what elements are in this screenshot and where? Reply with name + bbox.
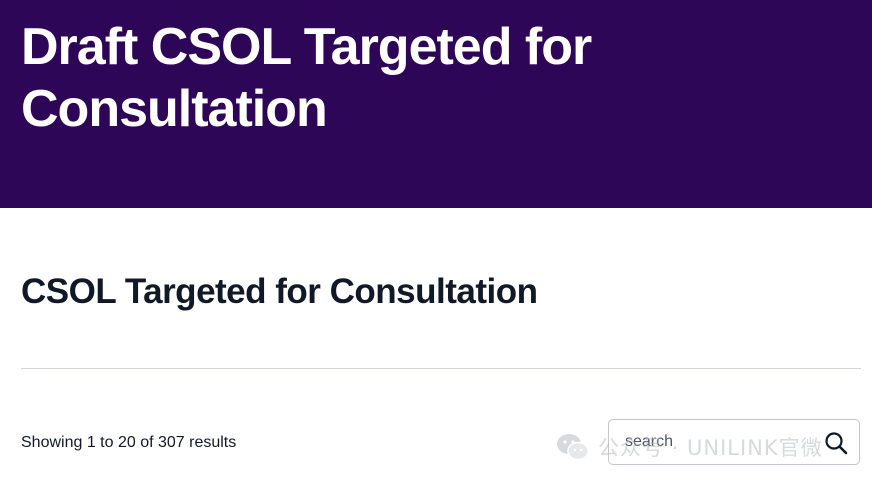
search-box	[608, 419, 860, 465]
search-button[interactable]	[823, 430, 849, 456]
page-title: Draft CSOL Targeted for Consultation	[21, 18, 592, 138]
section-divider	[21, 368, 861, 369]
page-header: Draft CSOL Targeted for Consultation	[0, 0, 872, 208]
search-input[interactable]	[625, 420, 815, 464]
wechat-icon	[557, 434, 589, 461]
search-icon	[825, 432, 848, 455]
results-summary: Showing 1 to 20 of 307 results	[21, 434, 237, 451]
section-title: CSOL Targeted for Consultation	[21, 272, 538, 311]
